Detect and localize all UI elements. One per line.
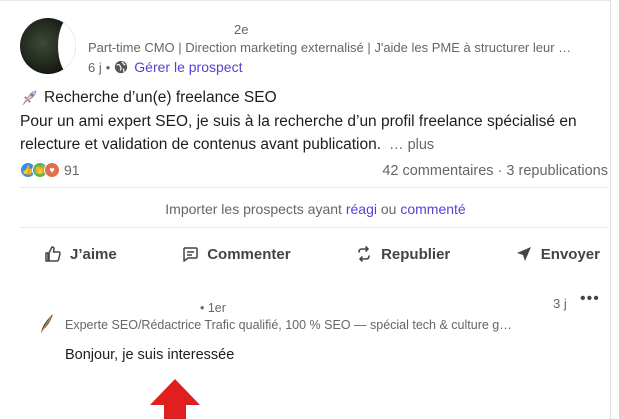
post-body-text: Pour un ami expert SEO, je suis à la rec… [20, 113, 577, 153]
comments-reposts-count[interactable]: 42 commentaires · 3 republications [382, 163, 608, 179]
more-icon[interactable]: ••• [580, 290, 600, 308]
import-reacted-link[interactable]: réagi [346, 201, 377, 217]
import-prefix: Importer les prospects ayant [165, 201, 342, 217]
post-meta: 6 j • Gérer le prospect [88, 59, 242, 75]
repost-icon [358, 246, 370, 262]
divider [20, 227, 608, 228]
arrow-up-icon [150, 379, 200, 419]
send-icon [516, 247, 531, 261]
comment-time: 3 j [553, 296, 567, 311]
post-title: Recherche d’un(e) freelance SEO [20, 89, 277, 107]
comment-label: Commenter [207, 245, 291, 263]
repost-button[interactable]: Republier [355, 245, 450, 263]
comment-text: Bonjour, je suis interessée [65, 347, 235, 363]
rocket-icon [22, 90, 37, 105]
import-commented-link[interactable]: commenté [400, 201, 465, 217]
post-body: Pour un ami expert SEO, je suis à la rec… [20, 110, 600, 157]
meta-separator: • [105, 59, 111, 75]
globe-icon [115, 60, 128, 74]
like-button[interactable]: J’aime [44, 245, 117, 263]
import-prospects-bar: Importer les prospects ayant réagi ou co… [0, 201, 619, 217]
send-button[interactable]: Envoyer [515, 245, 600, 263]
send-label: Envoyer [540, 245, 600, 263]
comment-button[interactable]: Commenter [181, 245, 291, 263]
love-reaction-icon: ♥ [44, 162, 60, 178]
post-time: 6 j [88, 59, 102, 75]
author-avatar[interactable] [20, 18, 76, 74]
author-degree: 2e [234, 22, 249, 37]
post-title-text: Recherche d’un(e) freelance SEO [44, 89, 277, 106]
manage-prospect-link[interactable]: Gérer le prospect [134, 59, 242, 75]
reactions-summary[interactable]: 👍 👏 ♥ 91 [20, 162, 80, 178]
commenter-degree: • 1er [200, 301, 226, 315]
author-headline[interactable]: Part-time CMO | Direction marketing exte… [88, 40, 593, 55]
like-label: J’aime [70, 245, 117, 263]
import-or: ou [380, 201, 397, 217]
commenter-headline[interactable]: Experte SEO/Rédactrice Trafic qualifié, … [65, 318, 537, 332]
repost-label: Republier [381, 245, 451, 263]
like-icon [45, 246, 61, 262]
divider [20, 187, 608, 188]
action-bar: J’aime Commenter Republier Envoyer [20, 232, 608, 276]
comment-icon [183, 247, 198, 262]
reaction-count: 91 [64, 162, 80, 178]
see-more-link[interactable]: … plus [389, 137, 434, 153]
commenter-avatar[interactable] [38, 312, 56, 334]
